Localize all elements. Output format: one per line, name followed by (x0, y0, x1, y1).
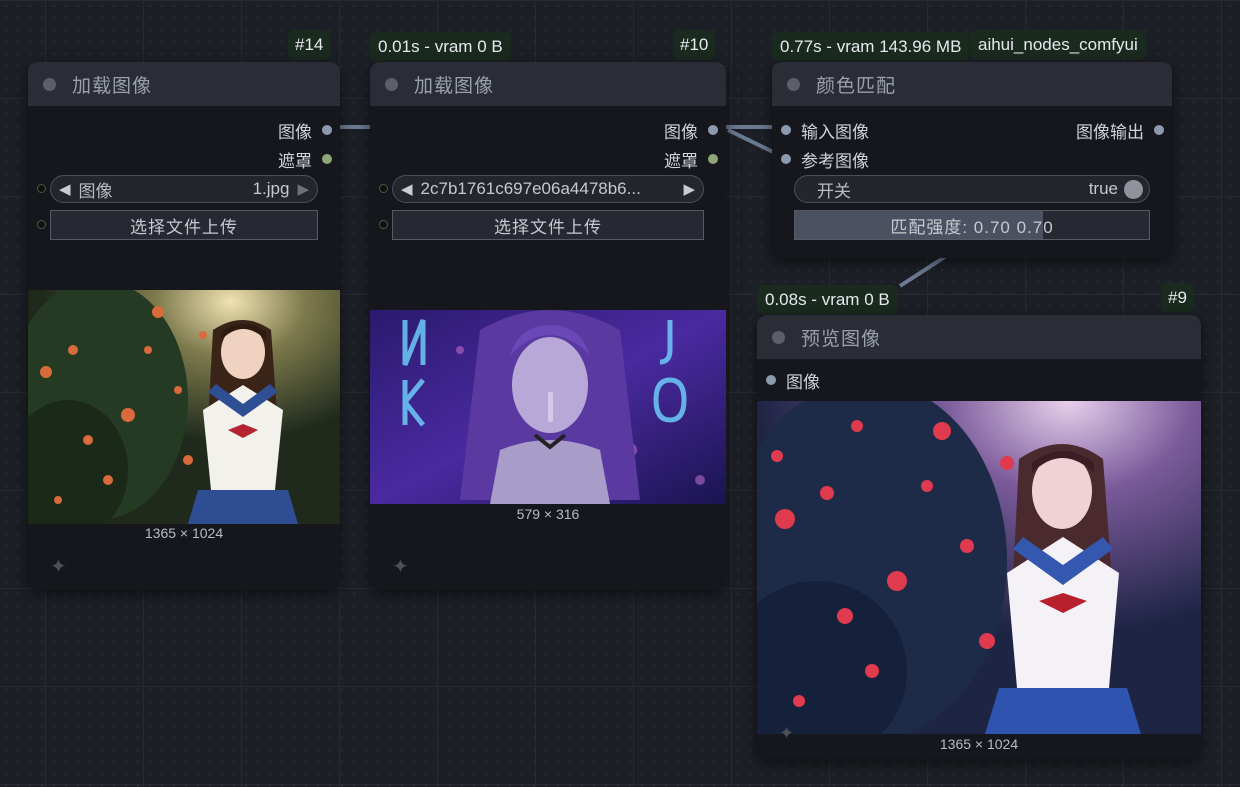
node-header[interactable]: 加载图像 (370, 62, 726, 106)
link-load2-to-input-image (724, 125, 774, 129)
node-id-badge: #9 (1161, 283, 1194, 312)
arrow-left-icon[interactable]: ◀ (393, 180, 421, 198)
arrow-right-icon[interactable]: ▶ (675, 180, 703, 198)
arrow-right-icon[interactable]: ▶ (289, 180, 317, 198)
widget-input-dot[interactable] (37, 220, 46, 229)
match-strength-slider[interactable]: 匹配强度: 0.70 0.70 (794, 210, 1150, 240)
input-label: 参考图像 (801, 151, 869, 171)
image-slot-icon[interactable] (1154, 125, 1164, 135)
toggle-label: 开关 (817, 181, 851, 201)
toggle-switch[interactable]: 开关 true (794, 175, 1150, 203)
node-id-badge: #10 (673, 30, 716, 59)
output-label: 遮罩 (664, 151, 698, 171)
link-load1-to-load2 (338, 125, 372, 129)
image-dimensions: 1365 × 1024 (144, 525, 224, 541)
output-image[interactable]: 图像输出 (1076, 119, 1164, 142)
combo-label: 图像 (78, 181, 113, 201)
output-mask[interactable]: 遮罩 (664, 148, 718, 171)
output-label: 遮罩 (278, 151, 312, 171)
slider-label: 匹配强度: 0.70 0.70 (890, 217, 1054, 237)
toggle-value: true (1088, 179, 1118, 198)
image-slot-icon[interactable] (766, 375, 776, 385)
output-image[interactable]: 图像 (278, 119, 332, 142)
image-combo[interactable]: ◀ 图像 1.jpg ▶ (50, 175, 318, 203)
sparkle-icon[interactable]: ✦ (392, 554, 409, 579)
collapse-dot-icon[interactable] (43, 77, 56, 91)
execution-time-badge: 0.77s - vram 143.96 MB (772, 32, 970, 61)
toggle-knob-icon[interactable] (1124, 179, 1143, 199)
image-slot-icon[interactable] (781, 154, 791, 164)
output-label: 图像 (664, 122, 698, 142)
combo-value: 2c7b1761c697e06a4478b6... (420, 179, 641, 198)
image-dimensions: 1365 × 1024 (939, 736, 1019, 752)
image-combo[interactable]: ◀ 2c7b1761c697e06a4478b6... ▶ (392, 175, 704, 203)
source-badge: aihui_nodes_comfyui (970, 30, 1146, 59)
loaded-image-preview (28, 290, 340, 524)
widget-input-dot[interactable] (379, 220, 388, 229)
link-load2-to-reference (727, 128, 776, 155)
load-image-node-14[interactable]: 加载图像 图像 遮罩 ◀ 图像 1.jpg ▶ 选择文件上传 1365 × 10… (28, 62, 340, 590)
output-image[interactable]: 图像 (664, 119, 718, 142)
input-label: 输入图像 (801, 122, 869, 142)
preview-image-node[interactable]: 预览图像 图像 1365 × 1024 ✦ (757, 315, 1201, 759)
node-title: 加载图像 (72, 75, 153, 97)
preview-output-image (757, 401, 1201, 734)
color-match-node[interactable]: 颜色匹配 输入图像 参考图像 图像输出 开关 true 匹配强度: 0.70 0… (772, 62, 1172, 258)
mask-slot-icon[interactable] (322, 154, 332, 164)
node-id-badge: #14 (288, 30, 331, 59)
combo-value: 1.jpg (252, 179, 290, 198)
image-slot-icon[interactable] (708, 125, 718, 135)
reference-image-slot[interactable]: 参考图像 (781, 148, 869, 171)
output-label: 图像输出 (1076, 122, 1144, 142)
load-image-node-10[interactable]: 加载图像 图像 遮罩 ◀ 2c7b1761c697e06a4478b6... ▶… (370, 62, 726, 590)
widget-input-dot[interactable] (37, 184, 46, 193)
execution-time-badge: 0.08s - vram 0 B (757, 285, 898, 314)
node-title: 颜色匹配 (816, 75, 897, 97)
input-image-slot[interactable]: 图像 (766, 369, 820, 392)
image-slot-icon[interactable] (322, 125, 332, 135)
upload-file-button[interactable]: 选择文件上传 (50, 210, 318, 240)
arrow-left-icon[interactable]: ◀ (51, 180, 79, 198)
collapse-dot-icon[interactable] (787, 77, 800, 91)
node-title: 预览图像 (801, 328, 882, 350)
node-header[interactable]: 预览图像 (757, 315, 1201, 359)
node-title: 加载图像 (414, 75, 495, 97)
collapse-dot-icon[interactable] (772, 330, 785, 344)
sparkle-icon[interactable]: ✦ (50, 554, 67, 579)
input-image-slot[interactable]: 输入图像 (781, 119, 869, 142)
loaded-image-preview (370, 310, 726, 504)
execution-time-badge: 0.01s - vram 0 B (370, 32, 511, 61)
node-header[interactable]: 加载图像 (28, 62, 340, 106)
image-slot-icon[interactable] (781, 125, 791, 135)
mask-slot-icon[interactable] (708, 154, 718, 164)
output-label: 图像 (278, 122, 312, 142)
widget-input-dot[interactable] (379, 184, 388, 193)
node-header[interactable]: 颜色匹配 (772, 62, 1172, 106)
output-mask[interactable]: 遮罩 (278, 148, 332, 171)
sparkle-icon[interactable]: ✦ (779, 723, 794, 744)
input-label: 图像 (786, 372, 820, 392)
collapse-dot-icon[interactable] (385, 77, 398, 91)
image-dimensions: 579 × 316 (516, 506, 580, 522)
upload-file-button[interactable]: 选择文件上传 (392, 210, 704, 240)
